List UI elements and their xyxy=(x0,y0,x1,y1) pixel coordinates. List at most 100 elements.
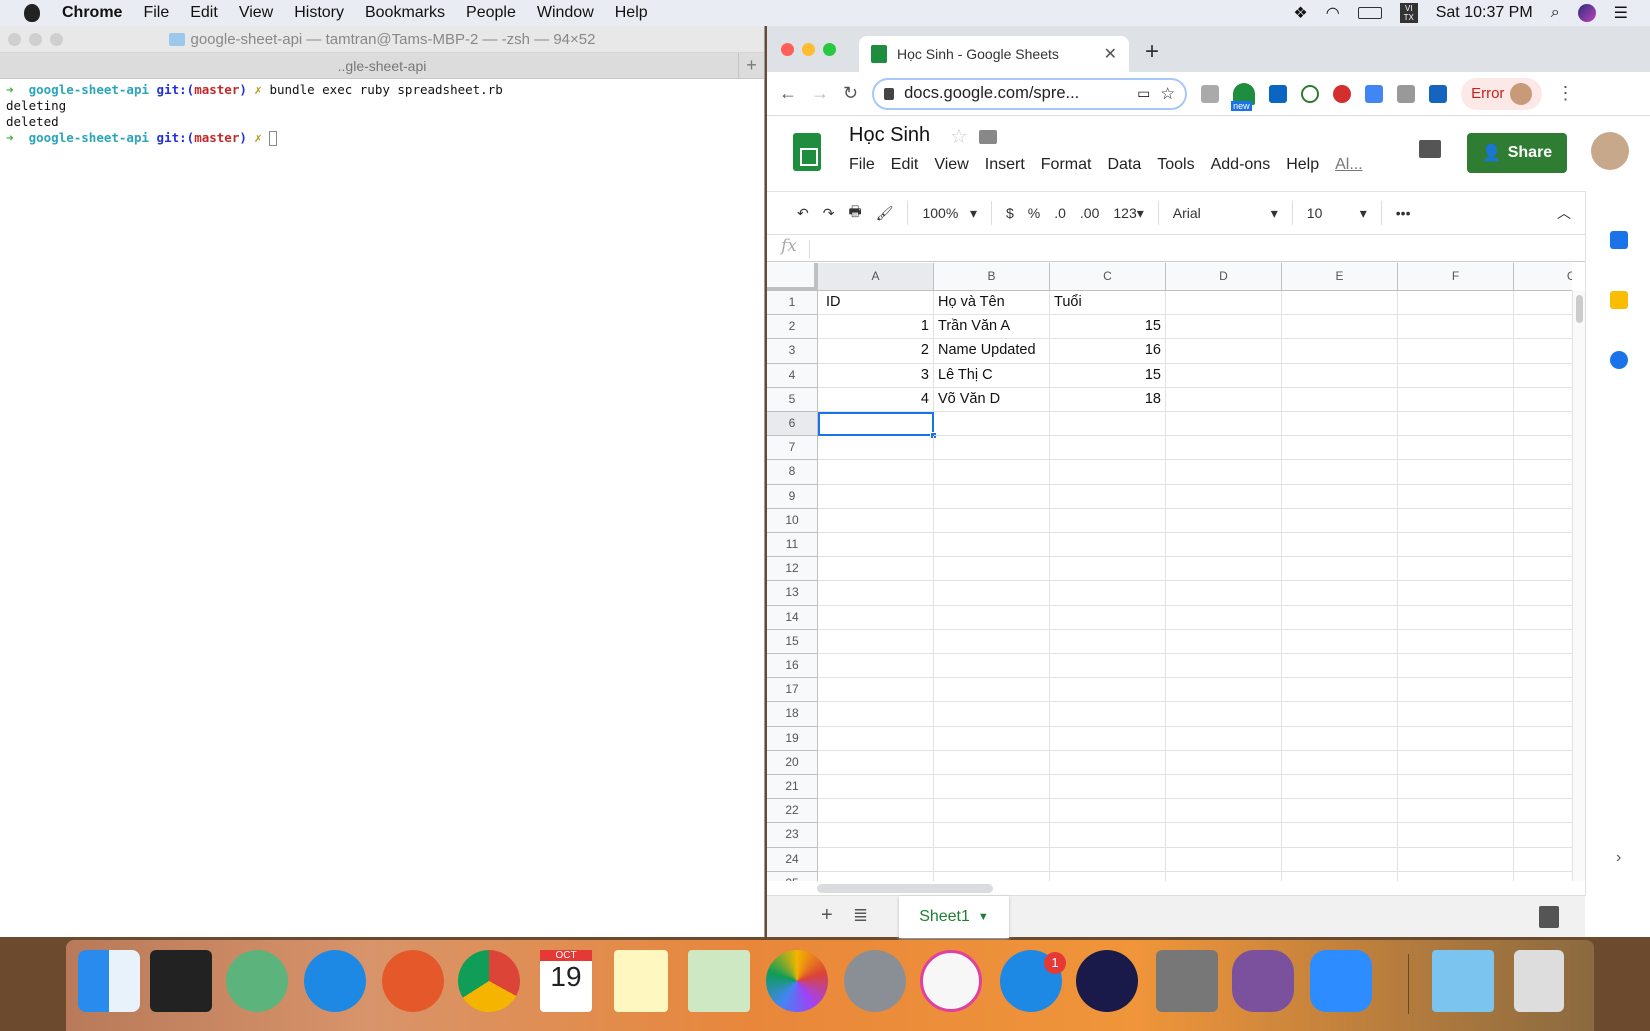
photos-icon[interactable] xyxy=(766,950,828,1012)
input-source-icon[interactable]: VI TX xyxy=(1399,3,1418,23)
cell-c19[interactable] xyxy=(1050,726,1166,751)
cell-e18[interactable] xyxy=(1282,702,1398,727)
cell-a12[interactable] xyxy=(818,557,934,582)
cell-a5[interactable]: 4 xyxy=(818,387,934,412)
itunes-icon[interactable] xyxy=(920,950,982,1012)
cell-b12[interactable] xyxy=(934,557,1050,582)
clock[interactable]: Sat 10:37 PM xyxy=(1436,4,1533,22)
cell-a1[interactable]: ID xyxy=(818,291,934,316)
row-header[interactable]: 24 xyxy=(767,847,818,872)
cell-g22[interactable] xyxy=(1514,799,1572,824)
cell-f11[interactable] xyxy=(1398,533,1514,558)
terminal-tab[interactable]: ..gle-sheet-api + xyxy=(0,53,764,79)
column-header-a[interactable]: A xyxy=(818,263,934,291)
cell-g20[interactable] xyxy=(1514,751,1572,775)
row-header[interactable]: 19 xyxy=(767,726,818,751)
font-select[interactable]: Arial ▾ xyxy=(1173,205,1278,222)
menu-insert[interactable]: Insert xyxy=(985,156,1025,174)
cell-f9[interactable] xyxy=(1398,484,1514,509)
cell-a8[interactable] xyxy=(818,460,934,485)
cell-a20[interactable] xyxy=(818,750,934,775)
chrome-menu-icon[interactable]: ⋮ xyxy=(1556,83,1574,104)
cell-a11[interactable] xyxy=(818,533,934,558)
cell-d21[interactable] xyxy=(1166,775,1282,800)
cell-b21[interactable] xyxy=(934,775,1050,800)
close-tab-icon[interactable]: ✕ xyxy=(1104,44,1117,64)
row-header[interactable]: 20 xyxy=(767,750,818,775)
cell-e2[interactable] xyxy=(1282,315,1398,340)
cast-icon[interactable]: ▭ xyxy=(1137,85,1150,102)
column-header-g[interactable]: G xyxy=(1514,263,1572,291)
cell-f25[interactable] xyxy=(1398,871,1514,881)
row-header[interactable]: 7 xyxy=(767,436,818,461)
row-header[interactable]: 9 xyxy=(767,484,818,509)
cell-f13[interactable] xyxy=(1398,581,1514,606)
cell-e1[interactable] xyxy=(1282,291,1398,316)
cell-a14[interactable] xyxy=(818,605,934,630)
cell-d9[interactable] xyxy=(1166,484,1282,509)
viber-icon[interactable] xyxy=(1232,950,1294,1012)
cell-d8[interactable] xyxy=(1166,460,1282,485)
cell-b5[interactable]: Võ Văn D xyxy=(934,387,1050,412)
cell-d25[interactable] xyxy=(1166,871,1282,881)
cell-d22[interactable] xyxy=(1166,799,1282,824)
menu-app-name[interactable]: Chrome xyxy=(62,4,122,22)
column-header-b[interactable]: B xyxy=(934,263,1050,291)
cell-e9[interactable] xyxy=(1282,484,1398,509)
cell-c1[interactable]: Tuổi xyxy=(1050,291,1166,316)
cell-a15[interactable] xyxy=(818,629,934,654)
cell-a6[interactable] xyxy=(818,412,934,437)
cell-c10[interactable] xyxy=(1050,508,1166,533)
translate-icon[interactable] xyxy=(1365,84,1384,103)
menu-history[interactable]: History xyxy=(294,4,344,22)
cell-a22[interactable] xyxy=(818,799,934,824)
row-header[interactable]: 5 xyxy=(767,387,818,412)
folder-icon[interactable] xyxy=(979,130,997,144)
cell-c25[interactable] xyxy=(1050,871,1166,881)
new-tab-button[interactable]: + xyxy=(1145,38,1159,66)
cell-a4[interactable]: 3 xyxy=(818,363,934,388)
cell-b15[interactable] xyxy=(934,629,1050,654)
back-icon[interactable]: ← xyxy=(779,83,797,104)
comments-icon[interactable] xyxy=(1419,140,1441,158)
horizontal-scrollbar[interactable] xyxy=(817,881,1572,895)
dropbox-icon[interactable]: ❖ xyxy=(1293,3,1307,23)
cell-d23[interactable] xyxy=(1166,823,1282,848)
apple-icon[interactable] xyxy=(24,4,40,22)
reload-icon[interactable]: ↻ xyxy=(843,83,858,104)
sheet-tab[interactable]: Sheet1 ▼ xyxy=(899,896,1009,938)
cell-a3[interactable]: 2 xyxy=(818,339,934,364)
menu-view[interactable]: View xyxy=(934,156,968,174)
siri-app-icon[interactable] xyxy=(1076,950,1138,1012)
menu-help[interactable]: Help xyxy=(615,4,648,22)
calendar-icon[interactable] xyxy=(1610,231,1628,249)
column-header-f[interactable]: F xyxy=(1398,263,1514,291)
cell-e10[interactable] xyxy=(1282,508,1398,533)
terminal-icon[interactable] xyxy=(150,950,212,1012)
window-controls[interactable] xyxy=(8,33,63,46)
cell-d12[interactable] xyxy=(1166,557,1282,582)
cell-f4[interactable] xyxy=(1398,363,1514,388)
cell-d17[interactable] xyxy=(1166,678,1282,703)
row-header[interactable]: 12 xyxy=(767,557,818,582)
menu-people[interactable]: People xyxy=(466,4,516,22)
cell-g15[interactable] xyxy=(1514,630,1572,654)
downloads-folder-icon[interactable] xyxy=(1432,950,1494,1012)
select-all-corner[interactable] xyxy=(767,263,818,291)
cell-f5[interactable] xyxy=(1398,387,1514,412)
bookmark-star-icon[interactable]: ☆ xyxy=(1160,84,1175,104)
cell-a13[interactable] xyxy=(818,581,934,606)
cell-d19[interactable] xyxy=(1166,726,1282,751)
cell-g3[interactable] xyxy=(1514,339,1572,364)
adblock-icon[interactable] xyxy=(1333,84,1352,103)
battery-icon[interactable] xyxy=(1357,7,1382,19)
cell-e7[interactable] xyxy=(1282,436,1398,461)
extension-new-icon[interactable]: new xyxy=(1231,82,1256,111)
minimize-icon[interactable] xyxy=(802,43,815,56)
cell-e22[interactable] xyxy=(1282,799,1398,824)
row-header[interactable]: 18 xyxy=(767,702,818,727)
cell-f16[interactable] xyxy=(1398,654,1514,679)
cell-a17[interactable] xyxy=(818,678,934,703)
cell-b25[interactable] xyxy=(934,871,1050,881)
cell-f14[interactable] xyxy=(1398,605,1514,630)
